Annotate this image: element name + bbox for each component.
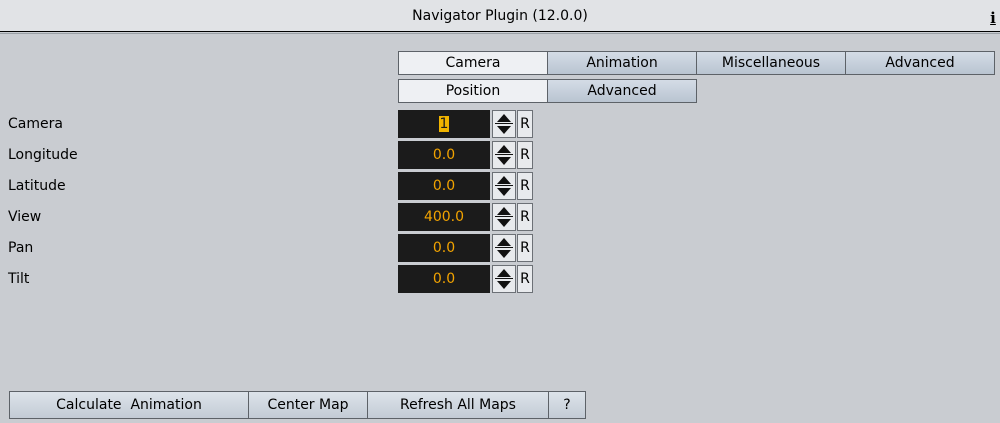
tab-miscellaneous[interactable]: Miscellaneous <box>696 51 846 75</box>
tab-label: Advanced <box>885 55 955 71</box>
arrow-down-icon[interactable] <box>497 250 511 258</box>
spinner-divider <box>495 278 513 279</box>
camera-value: 1 <box>438 116 450 132</box>
pan-spinner[interactable] <box>492 234 516 262</box>
longitude-label: Longitude <box>8 147 78 163</box>
view-reset-button[interactable]: R <box>517 203 533 231</box>
arrow-up-icon[interactable] <box>497 238 511 246</box>
refresh-all-maps-button[interactable]: Refresh All Maps <box>367 391 549 419</box>
tab-camera[interactable]: Camera <box>398 51 548 75</box>
arrow-down-icon[interactable] <box>497 219 511 227</box>
latitude-spinner[interactable] <box>492 172 516 200</box>
subtab-position[interactable]: Position <box>398 79 548 103</box>
subtab-label: Position <box>445 83 501 99</box>
spinner-divider <box>495 154 513 155</box>
tab-animation[interactable]: Animation <box>547 51 697 75</box>
view-field[interactable]: 400.0 <box>398 203 490 231</box>
help-button[interactable]: ? <box>548 391 586 419</box>
view-label: View <box>8 209 42 225</box>
pan-label: Pan <box>8 240 34 256</box>
camera-field[interactable]: 1 <box>398 110 490 138</box>
camera-reset-button[interactable]: R <box>517 110 533 138</box>
tilt-field[interactable]: 0.0 <box>398 265 490 293</box>
arrow-down-icon[interactable] <box>497 157 511 165</box>
spinner-divider <box>495 185 513 186</box>
calculate-animation-button[interactable]: Calculate Animation <box>9 391 249 419</box>
arrow-down-icon[interactable] <box>497 188 511 196</box>
tilt-label: Tilt <box>8 271 30 287</box>
latitude-field[interactable]: 0.0 <box>398 172 490 200</box>
subtab-label: Advanced <box>587 83 657 99</box>
arrow-down-icon[interactable] <box>497 126 511 134</box>
spinner-divider <box>495 123 513 124</box>
window-title: Navigator Plugin (12.0.0) <box>412 8 588 24</box>
longitude-reset-button[interactable]: R <box>517 141 533 169</box>
plugin-panel: Camera Animation Miscellaneous Advanced … <box>0 33 1000 423</box>
arrow-up-icon[interactable] <box>497 269 511 277</box>
camera-label: Camera <box>8 116 63 132</box>
arrow-down-icon[interactable] <box>497 281 511 289</box>
tab-label: Miscellaneous <box>721 55 821 71</box>
spinner-divider <box>495 247 513 248</box>
camera-spinner[interactable] <box>492 110 516 138</box>
arrow-up-icon[interactable] <box>497 207 511 215</box>
button-label: Calculate Animation <box>56 397 202 413</box>
arrow-up-icon[interactable] <box>497 176 511 184</box>
latitude-value: 0.0 <box>432 178 456 194</box>
longitude-field[interactable]: 0.0 <box>398 141 490 169</box>
tab-label: Camera <box>445 55 501 71</box>
tab-label: Animation <box>586 55 658 71</box>
tilt-spinner[interactable] <box>492 265 516 293</box>
view-spinner[interactable] <box>492 203 516 231</box>
info-icon[interactable]: i <box>986 9 1000 27</box>
tab-advanced[interactable]: Advanced <box>845 51 995 75</box>
latitude-label: Latitude <box>8 178 66 194</box>
button-label: Center Map <box>267 397 349 413</box>
pan-value: 0.0 <box>432 240 456 256</box>
pan-field[interactable]: 0.0 <box>398 234 490 262</box>
longitude-value: 0.0 <box>432 147 456 163</box>
arrow-up-icon[interactable] <box>497 114 511 122</box>
button-label: Refresh All Maps <box>400 397 516 413</box>
subtab-advanced[interactable]: Advanced <box>547 79 697 103</box>
window-titlebar: Navigator Plugin (12.0.0) i <box>0 0 1000 32</box>
spinner-divider <box>495 216 513 217</box>
center-map-button[interactable]: Center Map <box>248 391 368 419</box>
tilt-reset-button[interactable]: R <box>517 265 533 293</box>
tilt-value: 0.0 <box>432 271 456 287</box>
longitude-spinner[interactable] <box>492 141 516 169</box>
button-label: ? <box>563 397 571 413</box>
view-value: 400.0 <box>423 209 465 225</box>
latitude-reset-button[interactable]: R <box>517 172 533 200</box>
arrow-up-icon[interactable] <box>497 145 511 153</box>
pan-reset-button[interactable]: R <box>517 234 533 262</box>
